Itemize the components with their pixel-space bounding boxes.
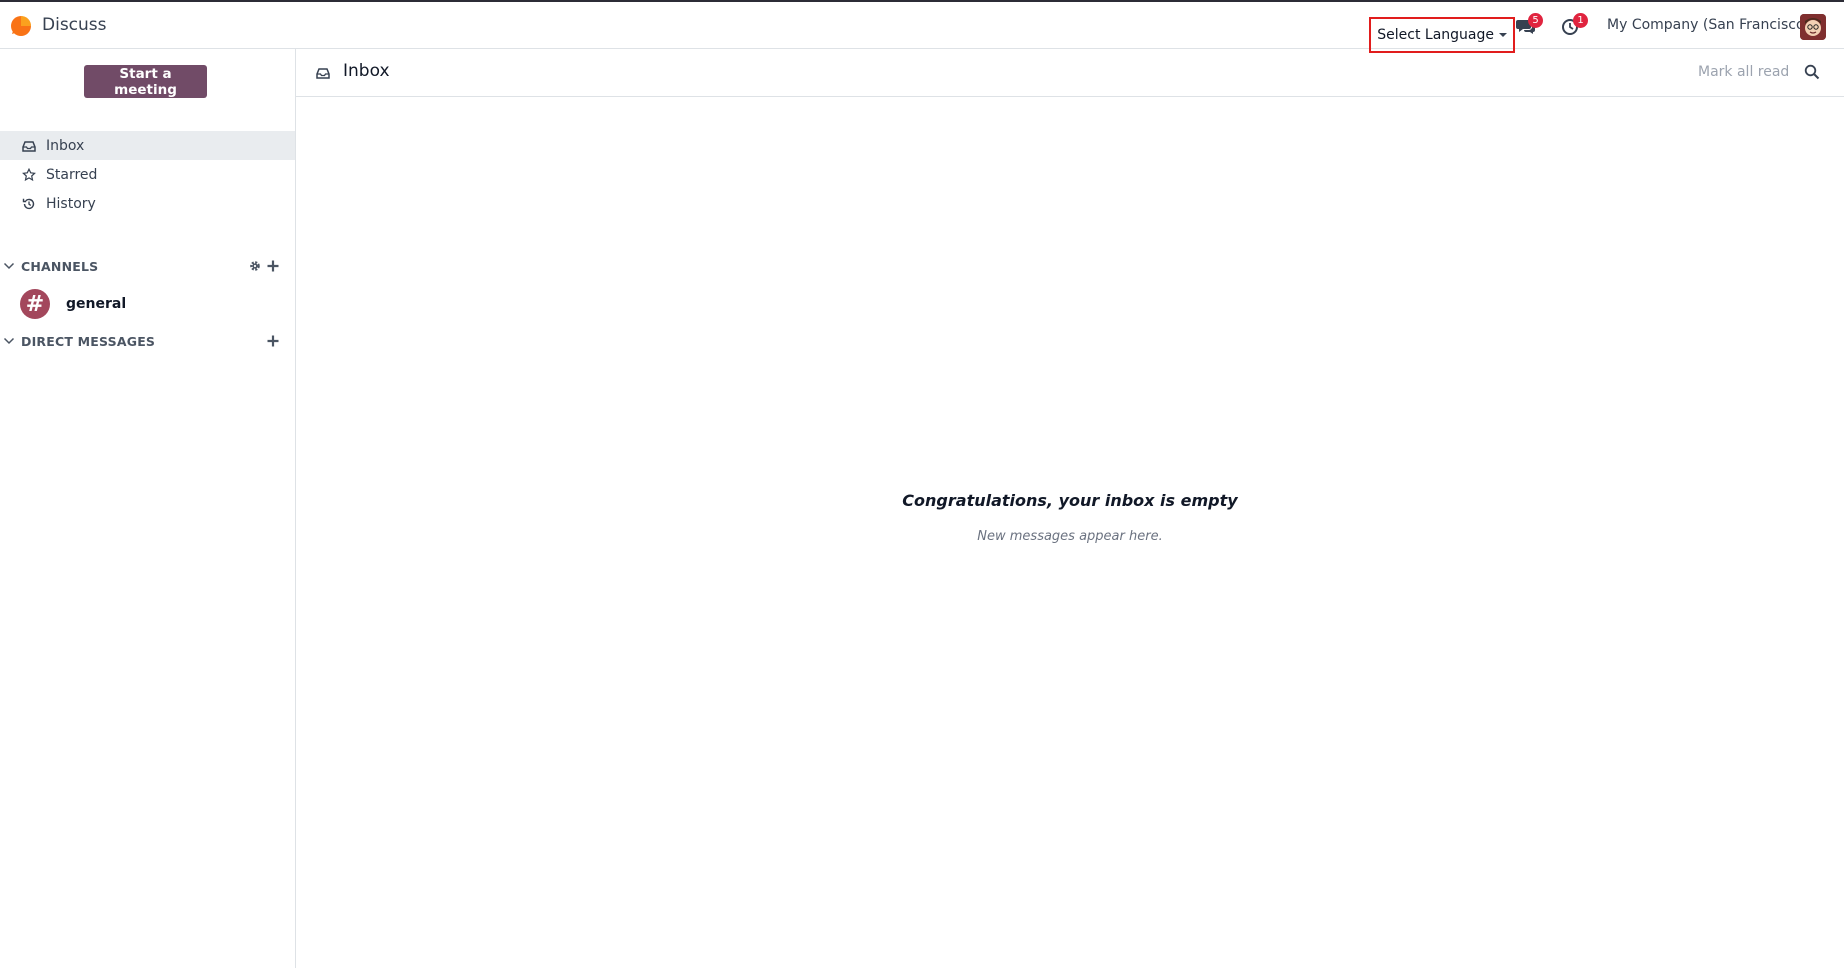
- start-meeting-button[interactable]: Start a meeting: [84, 65, 207, 98]
- caret-down-icon: [1499, 33, 1507, 37]
- chevron-down-icon[interactable]: [3, 335, 15, 347]
- messages-button[interactable]: 5: [1516, 13, 1543, 38]
- select-language-dropdown[interactable]: Select Language: [1369, 17, 1515, 53]
- discuss-app-logo[interactable]: [10, 15, 32, 37]
- history-icon: [22, 197, 36, 211]
- add-channel-plus-icon[interactable]: [266, 259, 280, 273]
- company-switcher[interactable]: My Company (San Francisco): [1607, 17, 1810, 33]
- mark-all-read-button[interactable]: Mark all read: [1698, 64, 1789, 80]
- select-language-label: Select Language: [1377, 27, 1494, 43]
- thread-panel: Inbox Mark all read Congratulations, you…: [296, 49, 1844, 968]
- user-avatar[interactable]: [1800, 14, 1826, 40]
- top-navbar: Discuss Select Language 5 1 My Company (…: [0, 0, 1844, 53]
- channel-hash-avatar: #: [20, 289, 50, 319]
- chevron-down-icon[interactable]: [3, 260, 15, 272]
- discuss-sidebar: Start a meeting Inbox Starred History CH…: [0, 49, 296, 968]
- activities-button[interactable]: 1: [1561, 13, 1588, 38]
- inbox-icon: [316, 68, 330, 79]
- user-face-icon: [1800, 14, 1826, 40]
- sidebar-item-inbox[interactable]: Inbox: [0, 131, 295, 160]
- sidebar-item-history[interactable]: History: [0, 189, 295, 218]
- sidebar-item-starred[interactable]: Starred: [0, 160, 295, 189]
- channel-name: general: [66, 296, 127, 312]
- direct-messages-section-header: DIRECT MESSAGES: [0, 331, 295, 351]
- thread-title: Inbox: [343, 61, 390, 81]
- star-icon: [22, 167, 36, 182]
- inbox-icon: [22, 139, 36, 153]
- sidebar-item-label: History: [46, 195, 96, 212]
- messages-count-badge: 5: [1528, 13, 1543, 28]
- search-icon[interactable]: [1804, 64, 1820, 80]
- activities-count-badge: 1: [1573, 13, 1588, 28]
- channel-item-general[interactable]: # general: [0, 286, 295, 322]
- add-direct-message-plus-icon[interactable]: [266, 334, 280, 348]
- app-name[interactable]: Discuss: [42, 15, 107, 35]
- channel-settings-gear-icon[interactable]: [248, 259, 262, 273]
- channels-section-label[interactable]: CHANNELS: [21, 259, 98, 274]
- empty-inbox-title: Congratulations, your inbox is empty: [902, 491, 1238, 510]
- direct-messages-section-label[interactable]: DIRECT MESSAGES: [21, 334, 155, 349]
- thread-header: Inbox Mark all read: [296, 49, 1844, 97]
- empty-inbox-subtitle: New messages appear here.: [977, 529, 1163, 544]
- sidebar-item-label: Inbox: [46, 137, 85, 154]
- sidebar-item-label: Starred: [46, 166, 98, 183]
